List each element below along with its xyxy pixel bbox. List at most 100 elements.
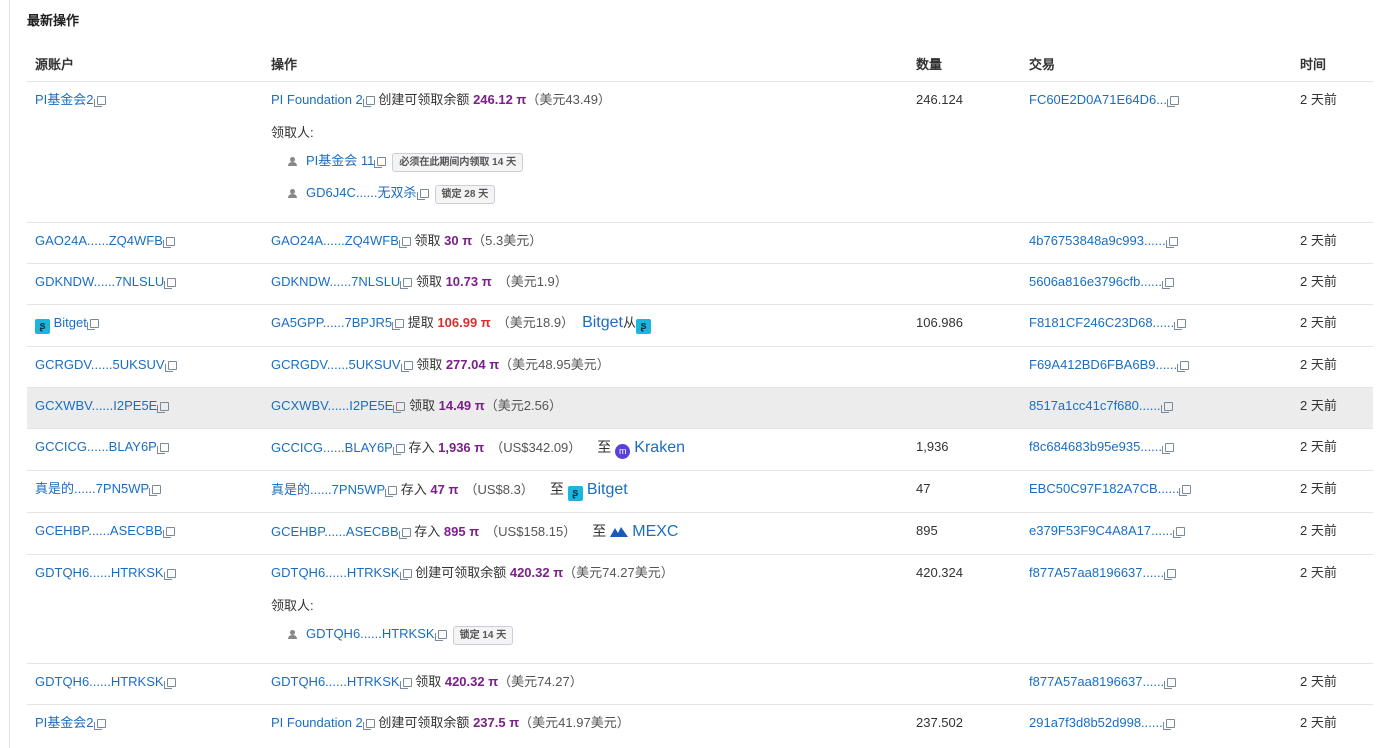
copy-icon[interactable]	[399, 678, 412, 689]
operation-account-link[interactable]: GDKNDW......7NLSLU	[271, 274, 400, 289]
source-account-cell: GAO24A......ZQ4WFB	[35, 232, 175, 250]
operation-account-link[interactable]: 真是的......7PN5WP	[271, 482, 385, 497]
operation-account-link[interactable]: GCEHBP......ASECBB	[271, 524, 399, 539]
exchange-link[interactable]: Kraken	[634, 439, 685, 456]
mexc-icon	[610, 524, 629, 537]
copy-icon[interactable]	[398, 528, 411, 539]
row-divider	[27, 512, 1373, 513]
transaction-cell: F69A412BD6FBA6B9......	[1029, 356, 1190, 374]
copy-icon[interactable]	[164, 361, 177, 372]
exchange-link[interactable]: MEXC	[632, 523, 678, 540]
source-account-cell: GCEHBP......ASECBB	[35, 522, 175, 540]
copy-icon[interactable]	[1179, 485, 1192, 496]
transaction-link[interactable]: f8c684683b95e935......	[1029, 439, 1162, 454]
operation-account-link[interactable]: GCCICG......BLAY6P	[271, 440, 393, 455]
user-icon	[288, 630, 297, 639]
copy-icon[interactable]	[434, 630, 447, 641]
copy-icon[interactable]	[1165, 237, 1178, 248]
copy-icon[interactable]	[1167, 96, 1180, 107]
operation-amount: 246.12 π	[473, 92, 527, 107]
source-account-link[interactable]: PI基金会2	[35, 92, 94, 107]
exchange-link[interactable]: Bitget	[582, 314, 623, 331]
copy-icon[interactable]	[164, 278, 177, 289]
copy-icon[interactable]	[385, 486, 398, 497]
fiat-value: （美元2.56）	[484, 398, 563, 413]
copy-icon[interactable]	[400, 278, 413, 289]
operation-account-link[interactable]: PI Foundation 2	[271, 715, 363, 730]
copy-icon[interactable]	[1162, 278, 1175, 289]
copy-icon[interactable]	[1164, 678, 1177, 689]
source-account-link[interactable]: GAO24A......ZQ4WFB	[35, 233, 163, 248]
user-icon	[288, 157, 297, 166]
copy-icon[interactable]	[362, 96, 375, 107]
transaction-link[interactable]: f877A57aa8196637......	[1029, 565, 1164, 580]
transaction-link[interactable]: 4b76753848a9c993......	[1029, 233, 1166, 248]
transaction-link[interactable]: 5606a816e3796cfb......	[1029, 274, 1162, 289]
copy-icon[interactable]	[399, 569, 412, 580]
operation-amount: 1,936 π	[438, 440, 485, 455]
copy-icon[interactable]	[1164, 569, 1177, 580]
copy-icon[interactable]	[162, 237, 175, 248]
source-account-link[interactable]: GCCICG......BLAY6P	[35, 439, 157, 454]
transaction-link[interactable]: EBC50C97F182A7CB......	[1029, 481, 1179, 496]
operation-account-link[interactable]: PI Foundation 2	[271, 92, 363, 107]
copy-icon[interactable]	[1160, 402, 1173, 413]
copy-icon[interactable]	[162, 527, 175, 538]
source-account-link[interactable]: GCEHBP......ASECBB	[35, 523, 163, 538]
operation-verb: 存入	[400, 482, 427, 497]
transaction-link[interactable]: FC60E2D0A71E64D6...	[1029, 92, 1167, 107]
operation-cell: PI Foundation 2 创建可领取余额 237.5 π（美元41.97美…	[271, 714, 630, 732]
row-divider	[27, 704, 1373, 705]
copy-icon[interactable]	[416, 189, 429, 200]
copy-icon[interactable]	[400, 361, 413, 372]
bitget-icon: ʂ	[636, 319, 651, 334]
copy-icon[interactable]	[93, 719, 106, 730]
operation-account-link[interactable]: GCXWBV......I2PE5E	[271, 398, 393, 413]
transaction-link[interactable]: f877A57aa8196637......	[1029, 674, 1164, 689]
source-account-link[interactable]: Bitget	[54, 315, 87, 330]
source-account-link[interactable]: GCXWBV......I2PE5E	[35, 398, 157, 413]
transaction-link[interactable]: F69A412BD6FBA6B9......	[1029, 357, 1177, 372]
copy-icon[interactable]	[163, 678, 176, 689]
copy-icon[interactable]	[149, 485, 162, 496]
source-account-link[interactable]: GDTQH6......HTRKSK	[35, 565, 164, 580]
copy-icon[interactable]	[1172, 527, 1185, 538]
source-account-link[interactable]: PI基金会2	[35, 715, 94, 730]
operation-account-link[interactable]: GCRGDV......5UKSUV	[271, 357, 401, 372]
copy-icon[interactable]	[374, 157, 387, 168]
copy-icon[interactable]	[1162, 443, 1175, 454]
copy-icon[interactable]	[362, 719, 375, 730]
copy-icon[interactable]	[398, 237, 411, 248]
operation-account-link[interactable]: GDTQH6......HTRKSK	[271, 674, 400, 689]
operation-account-link[interactable]: GAO24A......ZQ4WFB	[271, 233, 399, 248]
copy-icon[interactable]	[1174, 319, 1187, 330]
source-account-link[interactable]: GDTQH6......HTRKSK	[35, 674, 164, 689]
copy-icon[interactable]	[86, 319, 99, 330]
copy-icon[interactable]	[163, 569, 176, 580]
transaction-link[interactable]: F8181CF246C23D68......	[1029, 315, 1174, 330]
transaction-link[interactable]: e379F53F9C4A8A17......	[1029, 523, 1173, 538]
claimant-link[interactable]: GD6J4C......无双杀	[306, 185, 417, 200]
operation-account-link[interactable]: GA5GPP......7BPJR5	[271, 315, 392, 330]
copy-icon[interactable]	[93, 96, 106, 107]
copy-icon[interactable]	[1162, 719, 1175, 730]
copy-icon[interactable]	[392, 444, 405, 455]
transaction-link[interactable]: 8517a1cc41c7f680......	[1029, 398, 1161, 413]
claimant-link[interactable]: GDTQH6......HTRKSK	[306, 626, 435, 641]
claimant-link[interactable]: PI基金会 11	[306, 153, 374, 168]
copy-icon[interactable]	[1177, 361, 1190, 372]
source-account-link[interactable]: 真是的......7PN5WP	[35, 481, 149, 496]
source-account-link[interactable]: GDKNDW......7NLSLU	[35, 274, 164, 289]
copy-icon[interactable]	[392, 319, 405, 330]
copy-icon[interactable]	[157, 402, 170, 413]
operation-account-link[interactable]: GDTQH6......HTRKSK	[271, 565, 400, 580]
exchange-link[interactable]: Bitget	[587, 481, 628, 498]
transaction-link[interactable]: 291a7f3d8b52d998......	[1029, 715, 1163, 730]
copy-icon[interactable]	[156, 443, 169, 454]
source-account-cell: ʂ Bitget	[35, 314, 99, 334]
source-account-link[interactable]: GCRGDV......5UKSUV	[35, 357, 165, 372]
copy-icon[interactable]	[393, 402, 406, 413]
operation-amount: 420.32 π	[509, 565, 564, 580]
operation-amount: 277.04 π	[445, 357, 500, 372]
amount-cell: 237.502	[916, 715, 963, 730]
